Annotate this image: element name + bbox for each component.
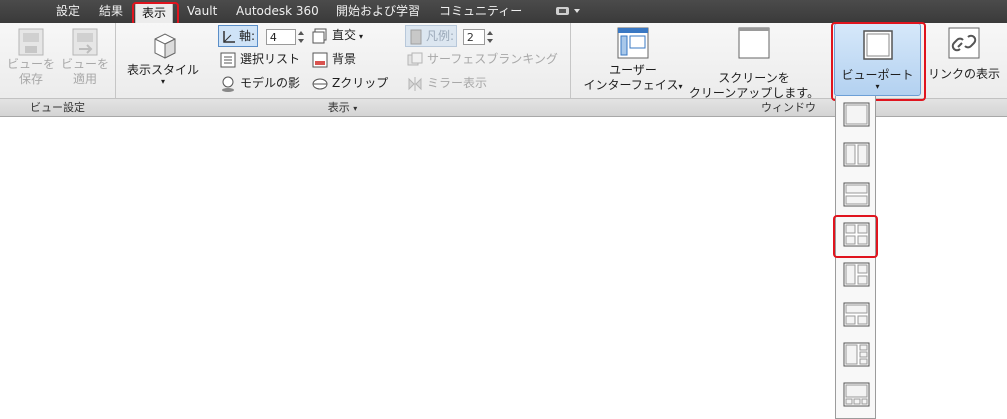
ortho-icon — [312, 28, 327, 43]
viewport-layout-three-left[interactable] — [843, 262, 870, 287]
mirror-icon — [408, 76, 422, 91]
layout-two-horizontal-icon — [843, 182, 870, 207]
layout-three-right-icon — [843, 342, 870, 367]
cube-icon — [154, 33, 176, 59]
user-interface-icon — [617, 27, 649, 59]
layout-three-left-icon — [843, 262, 870, 287]
layout-three-top-icon — [843, 302, 870, 327]
model-shadow-button[interactable]: モデルの影 — [220, 73, 300, 93]
tab-settings[interactable]: 設定 — [56, 2, 80, 21]
ortho-button[interactable]: 直交 ▾ — [312, 25, 363, 45]
legend-control[interactable]: 凡例: 2 — [405, 25, 494, 47]
legend-value-input[interactable]: 2 — [462, 28, 485, 45]
viewport-layout-three-top[interactable] — [843, 302, 870, 327]
save-view-icon — [18, 28, 44, 56]
viewport-layout-three-right[interactable] — [843, 342, 870, 367]
zclip-button[interactable]: Zクリップ — [312, 73, 388, 93]
layout-four-icon — [843, 222, 870, 247]
viewport-layout-four[interactable] — [843, 222, 870, 247]
mirror-display-button[interactable]: ミラー表示 — [407, 73, 487, 93]
viewport-layout-two-horizontal[interactable] — [843, 182, 870, 207]
panel-view-settings: ビューを 保存 ビューを 適用 ビュー設定 — [0, 23, 116, 116]
viewport-icon — [862, 30, 893, 60]
surface-blanking-icon — [407, 52, 423, 65]
select-list-icon — [220, 52, 236, 67]
tab-community[interactable]: コミュニティー — [439, 2, 522, 21]
zclip-icon — [312, 78, 328, 89]
tab-autodesk-360[interactable]: Autodesk 360 — [236, 2, 319, 21]
save-view-button[interactable]: ビューを 保存 — [4, 27, 58, 87]
chevron-down-icon: ▾ — [353, 104, 358, 113]
axis-icon — [223, 30, 235, 43]
shadow-icon — [222, 76, 234, 92]
viewport-dropdown — [835, 96, 876, 419]
panel-title-view-settings: ビュー設定 — [0, 98, 115, 116]
axis-value-input[interactable]: 4 — [265, 28, 296, 45]
viewport-layout-two-vertical[interactable] — [843, 142, 870, 167]
layout-two-vertical-icon — [843, 142, 870, 167]
axis-toggle[interactable]: 軸: — [218, 25, 259, 47]
ribbon-tab-bar: 設定 結果 表示 Vault Autodesk 360 開始および学習 コミュニ… — [0, 0, 1007, 24]
legend-icon — [410, 29, 422, 44]
viewport-button[interactable]: ビューポート ▾ — [834, 23, 921, 96]
background-button[interactable]: 背景 — [312, 49, 356, 69]
axis-spinner-icon[interactable] — [297, 29, 305, 45]
tab-display[interactable]: 表示 — [135, 2, 174, 24]
panel-title-display[interactable]: 表示 ▾ — [115, 98, 570, 116]
chevron-down-icon: ▾ — [160, 77, 165, 86]
layout-single-icon — [843, 102, 870, 127]
tab-vault[interactable]: Vault — [187, 2, 217, 21]
tab-getting-started[interactable]: 開始および学習 — [336, 2, 420, 21]
select-list-button[interactable]: 選択リスト — [220, 49, 300, 69]
panel-title-window: ウィンドウ — [570, 98, 1007, 116]
user-interface-button[interactable]: ユーザー インターフェイス▾ — [578, 27, 688, 94]
clean-screen-button[interactable]: スクリーンを クリーンアップします。 — [686, 27, 822, 101]
chevron-down-icon: ▾ — [875, 82, 880, 91]
clean-screen-icon — [738, 27, 770, 59]
link-display-button[interactable]: リンクの表示 — [925, 27, 1003, 82]
viewport-layout-single[interactable] — [843, 102, 870, 127]
tab-results[interactable]: 結果 — [99, 2, 123, 21]
axis-control[interactable]: 軸: 4 — [218, 25, 305, 47]
legend-toggle[interactable]: 凡例: — [405, 25, 458, 47]
panel-display: 表示スタイル ▾ 軸: 4 選択リスト モデルの影 直交 ▾ 背景 Zクリップ 凡… — [115, 23, 571, 116]
chevron-down-icon: ▾ — [678, 82, 683, 91]
layout-four-bottom-icon — [843, 382, 870, 407]
link-icon — [948, 27, 980, 59]
panel-window: ユーザー インターフェイス▾ スクリーンを クリーンアップします。 ビューポート… — [570, 23, 1007, 116]
surface-blanking-button[interactable]: サーフェスブランキング — [407, 49, 558, 69]
apply-view-button[interactable]: ビューを 適用 — [58, 27, 112, 87]
display-style-button[interactable]: 表示スタイル ▾ — [121, 29, 205, 86]
legend-spinner-icon[interactable] — [486, 29, 494, 45]
chevron-down-icon: ▾ — [359, 32, 364, 41]
viewport-layout-four-bottom[interactable] — [843, 382, 870, 407]
apply-view-icon — [72, 28, 98, 56]
background-icon — [312, 52, 328, 67]
ribbon-options-icon[interactable] — [556, 6, 582, 16]
